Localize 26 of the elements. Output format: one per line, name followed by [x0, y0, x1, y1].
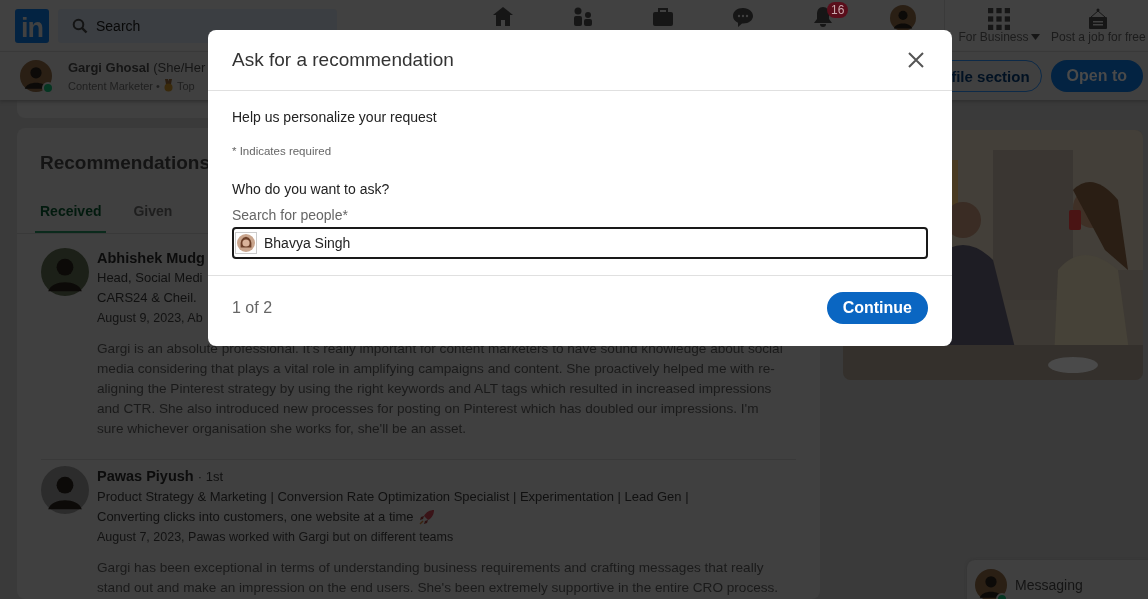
rocket-icon	[419, 509, 436, 525]
intro-text: Help us personalize your request	[232, 109, 438, 125]
home-icon[interactable]	[491, 4, 515, 29]
avatar	[237, 234, 255, 252]
job-post-icon	[1087, 7, 1110, 30]
avatar	[41, 248, 89, 296]
field-label: Search for people*	[232, 207, 349, 223]
notification-badge: 16	[827, 1, 849, 18]
search-icon	[72, 17, 88, 34]
close-icon	[908, 52, 924, 68]
required-note: * Indicates required	[232, 145, 333, 157]
dialog-title: Ask for a recommendation	[232, 49, 454, 71]
continue-button[interactable]: Continue	[826, 292, 928, 324]
caret-icon	[1030, 33, 1040, 40]
tab[interactable]: Received	[35, 190, 107, 233]
open-to-button[interactable]: Open to	[1050, 60, 1143, 92]
medal-icon	[162, 79, 174, 92]
grid-icon	[988, 7, 1010, 30]
question-label: Who do you want to ask?	[232, 181, 391, 197]
avatar	[20, 60, 52, 92]
step-counter: 1 of 2	[232, 299, 273, 317]
avatar	[41, 466, 89, 514]
avatar[interactable]	[890, 4, 916, 31]
avatar	[975, 569, 1007, 599]
people-search-field[interactable]: Bhavya Singh	[232, 227, 928, 259]
logo[interactable]: in	[15, 8, 49, 43]
